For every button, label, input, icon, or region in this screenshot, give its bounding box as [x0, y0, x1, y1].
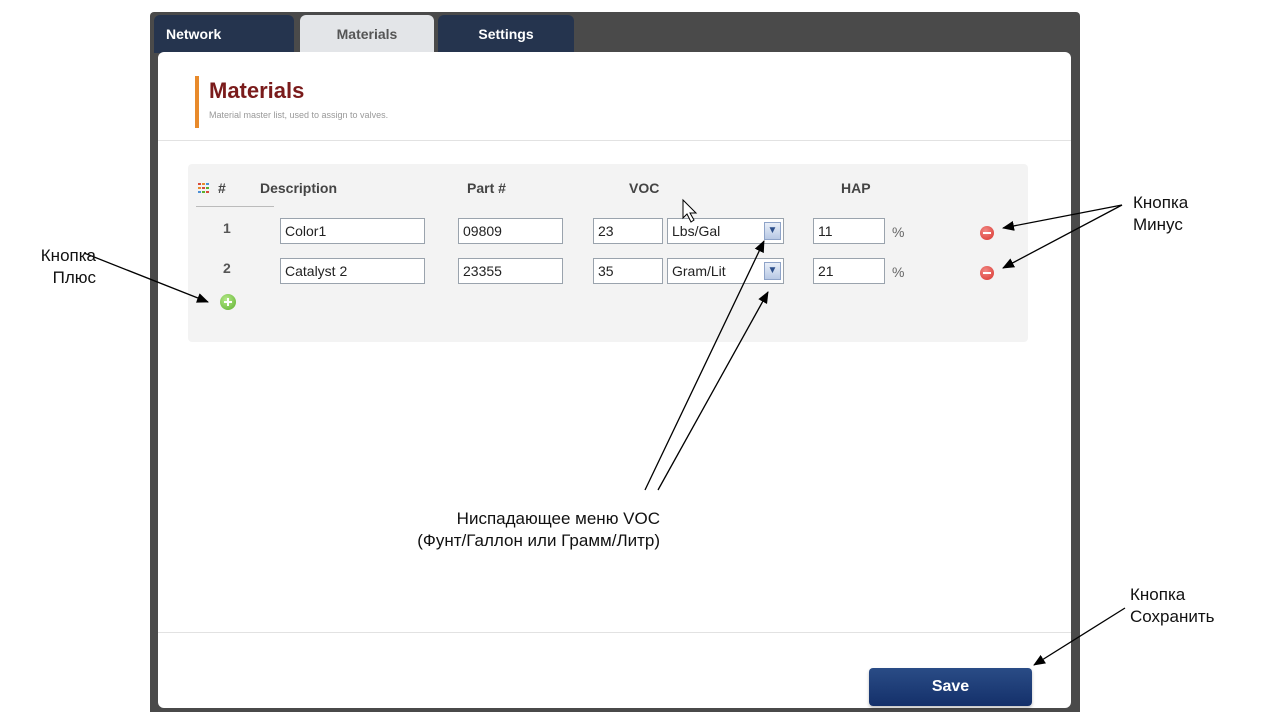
plus-icon[interactable] — [220, 294, 236, 310]
annotation-plus: Кнопка Плюс — [36, 245, 96, 289]
page-title: Materials — [209, 78, 305, 103]
annotation-voc-line1: Ниспадающее меню VOC — [456, 509, 660, 528]
save-button[interactable]: Save — [869, 668, 1032, 706]
divider — [158, 140, 1071, 141]
minus-icon[interactable] — [980, 226, 994, 240]
tab-settings[interactable]: Settings — [438, 15, 574, 53]
hap-unit: % — [892, 224, 905, 240]
annotation-minus: Кнопка Минус — [1133, 192, 1188, 236]
minus-icon[interactable] — [980, 266, 994, 280]
hap-unit: % — [892, 264, 905, 280]
annotation-save-line2: Сохранить — [1130, 607, 1215, 626]
page-subtitle: Material master list, used to assign to … — [209, 110, 389, 120]
column-header-number: # — [218, 180, 226, 196]
annotation-save-line1: Кнопка — [1130, 585, 1186, 604]
grid-icon — [198, 183, 210, 193]
annotation-save: Кнопка Сохранить — [1130, 584, 1214, 628]
chevron-down-icon[interactable]: ▼ — [764, 222, 781, 240]
materials-table: # Description Part # VOC HAP 1 Lbs/Gal ▼… — [188, 164, 1028, 342]
voc-unit-select[interactable]: Gram/Lit ▼ — [667, 258, 784, 284]
tab-network[interactable]: Network — [154, 15, 294, 53]
materials-panel: Materials Material master list, used to … — [158, 52, 1071, 708]
annotation-minus-line1: Кнопка — [1133, 193, 1189, 212]
column-header-hap: HAP — [841, 180, 871, 196]
part-number-input[interactable] — [458, 258, 563, 284]
description-input[interactable] — [280, 258, 425, 284]
divider — [158, 632, 1071, 633]
voc-unit-value: Gram/Lit — [672, 263, 726, 279]
annotation-plus-line2: Плюс — [52, 268, 96, 287]
voc-unit-value: Lbs/Gal — [672, 223, 721, 239]
page-header: Materials Material master list, used to … — [195, 76, 388, 128]
hap-input[interactable] — [813, 218, 885, 244]
row-number: 2 — [223, 260, 231, 276]
description-input[interactable] — [280, 218, 425, 244]
chevron-down-icon[interactable]: ▼ — [764, 262, 781, 280]
row-number: 1 — [223, 220, 231, 236]
header-underline — [196, 206, 274, 207]
annotation-voc: Ниспадающее меню VOC (Фунт/Галлон или Гр… — [300, 508, 660, 552]
column-header-part: Part # — [467, 180, 506, 196]
hap-input[interactable] — [813, 258, 885, 284]
tab-materials[interactable]: Materials — [300, 15, 434, 53]
column-header-description: Description — [260, 180, 338, 196]
voc-input[interactable] — [593, 218, 663, 244]
annotation-minus-line2: Минус — [1133, 215, 1183, 234]
column-header-voc: VOC — [629, 180, 660, 196]
annotation-plus-line1: Кнопка — [40, 246, 96, 265]
voc-input[interactable] — [593, 258, 663, 284]
voc-unit-select[interactable]: Lbs/Gal ▼ — [667, 218, 784, 244]
app-window: Network Materials Settings Materials Mat… — [150, 12, 1080, 712]
annotation-voc-line2: (Фунт/Галлон или Грамм/Литр) — [417, 531, 660, 550]
part-number-input[interactable] — [458, 218, 563, 244]
